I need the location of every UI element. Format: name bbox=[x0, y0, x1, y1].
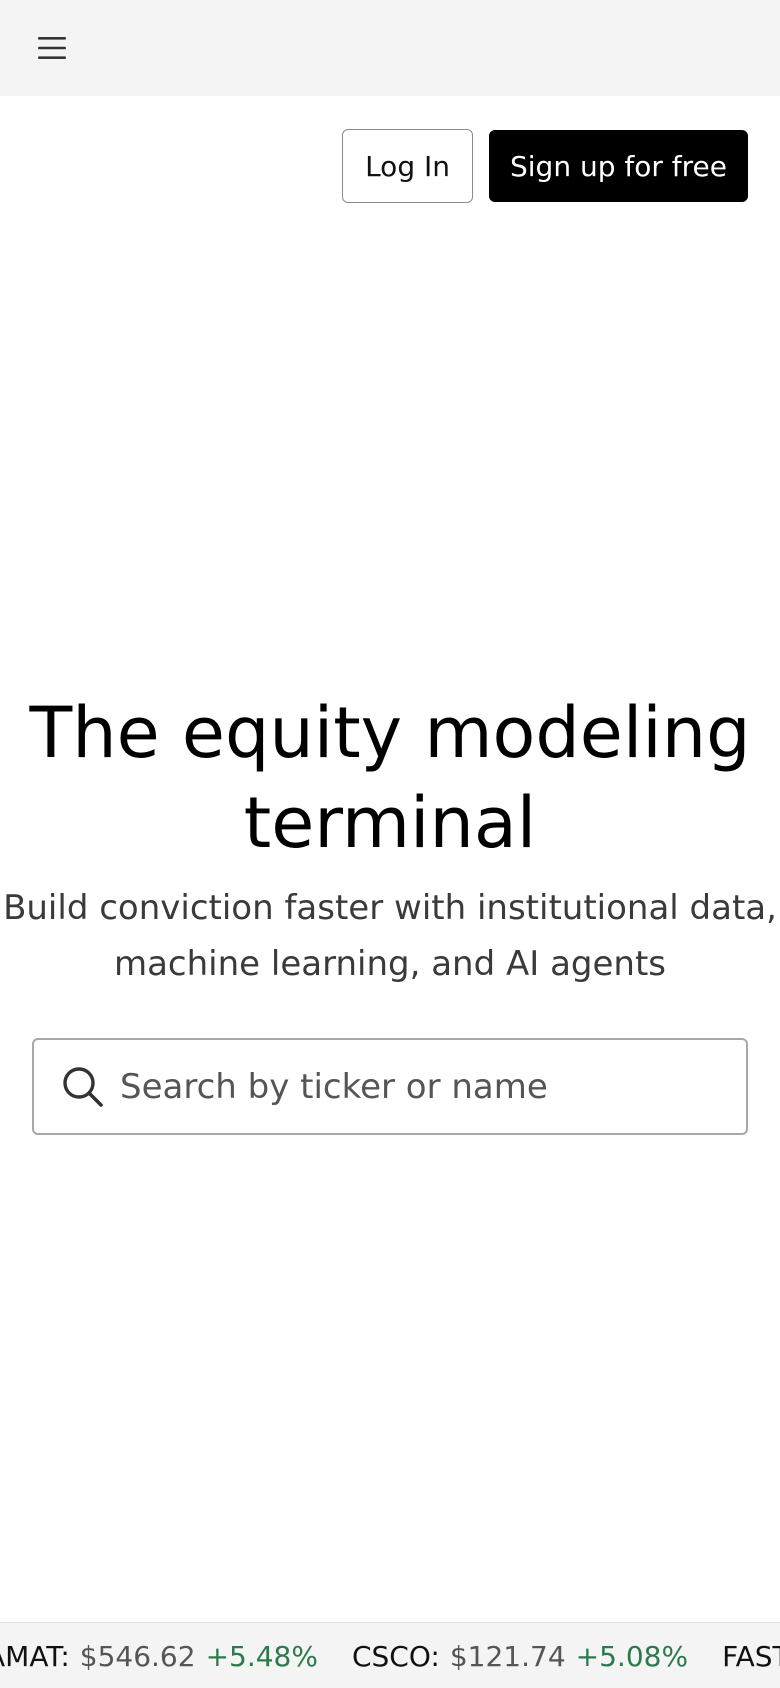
login-button[interactable]: Log In bbox=[342, 129, 473, 203]
ticker-symbol: CSCO: bbox=[351, 1639, 440, 1673]
page: Log In Sign up for free The equity model… bbox=[0, 0, 780, 1688]
menu-button[interactable] bbox=[30, 28, 74, 68]
ticker-bar: AMAT: $546.62 +5.48% CSCO: $121.74 +5.08… bbox=[0, 1622, 780, 1688]
signup-button[interactable]: Sign up for free bbox=[489, 130, 748, 202]
search-input[interactable] bbox=[120, 1066, 730, 1107]
ticker-item-amat[interactable]: AMAT: $546.62 +5.48% bbox=[0, 1640, 318, 1673]
ticker-price: $121.74 bbox=[449, 1639, 566, 1673]
ticker-symbol: AMAT: bbox=[0, 1639, 70, 1673]
search-box[interactable] bbox=[32, 1038, 748, 1135]
ticker-item-fast[interactable]: FAST: $ bbox=[722, 1640, 780, 1673]
ticker-change: +5.48% bbox=[205, 1639, 318, 1673]
ticker-track: AMAT: $546.62 +5.48% CSCO: $121.74 +5.08… bbox=[0, 1623, 780, 1688]
hero-subtitle: Build conviction faster with institution… bbox=[3, 888, 777, 984]
search-icon bbox=[60, 1064, 106, 1110]
ticker-price: $546.62 bbox=[79, 1639, 196, 1673]
ticker-change: +5.08% bbox=[575, 1639, 689, 1673]
hamburger-menu-icon bbox=[38, 37, 66, 59]
auth-buttons: Log In Sign up for free bbox=[342, 129, 748, 203]
hero-title: The equity modeling terminal bbox=[29, 692, 751, 864]
top-bar bbox=[0, 0, 780, 96]
ticker-symbol: FAST: bbox=[722, 1639, 780, 1673]
ticker-item-csco[interactable]: CSCO: $121.74 +5.08% bbox=[352, 1640, 688, 1673]
